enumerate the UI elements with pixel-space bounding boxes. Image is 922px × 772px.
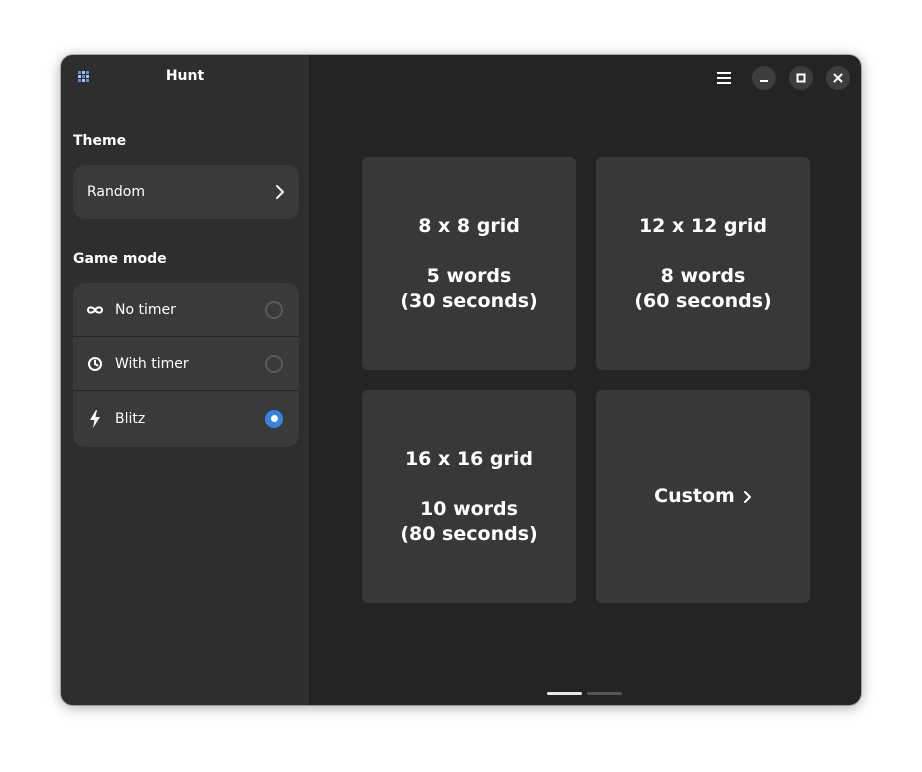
mode-label: No timer (115, 301, 176, 318)
grid-option-custom[interactable]: Custom (596, 390, 810, 603)
mode-label: Blitz (115, 410, 146, 427)
grid-words-label: 5 words (426, 264, 512, 287)
minimize-button[interactable] (752, 66, 776, 90)
grid-option-12x12[interactable]: 12 x 12 grid 8 words (60 seconds) (596, 157, 810, 370)
grid-size-label: 16 x 16 grid (404, 447, 534, 470)
maximize-button[interactable] (789, 66, 813, 90)
chevron-right-icon (275, 184, 285, 200)
app-window: Hunt Theme Random Game mode No timer Wit (61, 55, 861, 705)
mode-radio-no-timer[interactable] (265, 300, 283, 319)
mode-row-with-timer[interactable]: With timer (73, 337, 299, 391)
page-dot-2[interactable] (587, 692, 622, 695)
grid-size-label: 12 x 12 grid (638, 214, 768, 237)
grid-words-label: 8 words (660, 264, 746, 287)
page-dot-1[interactable] (547, 692, 582, 695)
mode-label: With timer (115, 355, 189, 372)
grid-time-label: (30 seconds) (400, 289, 538, 312)
hamburger-menu-icon (716, 71, 732, 85)
grid-option-8x8[interactable]: 8 x 8 grid 5 words (30 seconds) (362, 157, 576, 370)
close-icon (833, 73, 843, 83)
minimize-icon (759, 73, 769, 83)
game-mode-section-label: Game mode (73, 251, 167, 267)
theme-selector-row[interactable]: Random (73, 165, 299, 219)
app-title: Hunt (165, 68, 205, 84)
sidebar: Hunt Theme Random Game mode No timer Wit (61, 55, 310, 705)
grid-time-label: (60 seconds) (634, 289, 772, 312)
mode-radio-with-timer[interactable] (265, 354, 283, 373)
maximize-icon (796, 73, 806, 83)
game-mode-list: No timer With timer Blitz (73, 283, 299, 447)
custom-label-group: Custom (654, 484, 752, 509)
page-indicator (547, 692, 622, 695)
mode-row-no-timer[interactable]: No timer (73, 283, 299, 337)
lightning-icon (85, 409, 105, 429)
menu-button[interactable] (711, 67, 737, 89)
close-button[interactable] (826, 66, 850, 90)
chevron-right-icon (743, 490, 752, 504)
grid-size-label: 8 x 8 grid (418, 214, 520, 237)
theme-section-label: Theme (73, 133, 127, 149)
timer-icon (85, 354, 105, 374)
mode-radio-blitz[interactable] (265, 409, 283, 428)
custom-label: Custom (654, 485, 735, 507)
grid-words-label: 10 words (420, 497, 518, 520)
theme-value: Random (87, 184, 145, 200)
mode-row-blitz[interactable]: Blitz (73, 391, 299, 446)
grid-option-16x16[interactable]: 16 x 16 grid 10 words (80 seconds) (362, 390, 576, 603)
infinity-icon (85, 300, 105, 320)
grid-time-label: (80 seconds) (400, 522, 538, 545)
